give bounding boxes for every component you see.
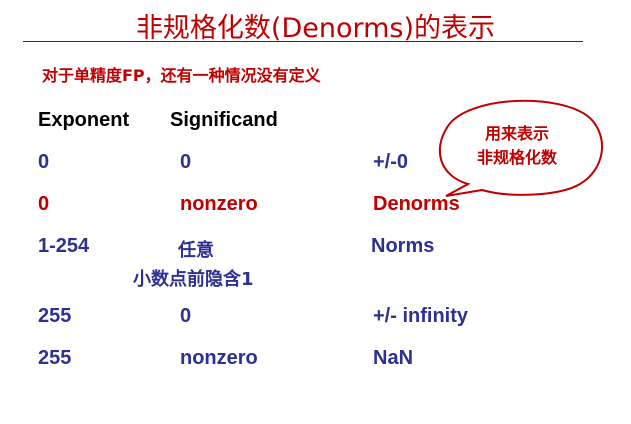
callout-bubble (438, 99, 604, 197)
callout-text: 用来表示 非规格化数 (462, 122, 572, 170)
callout-line-2: 非规格化数 (476, 148, 557, 167)
callout-line-1: 用来表示 (484, 124, 549, 143)
